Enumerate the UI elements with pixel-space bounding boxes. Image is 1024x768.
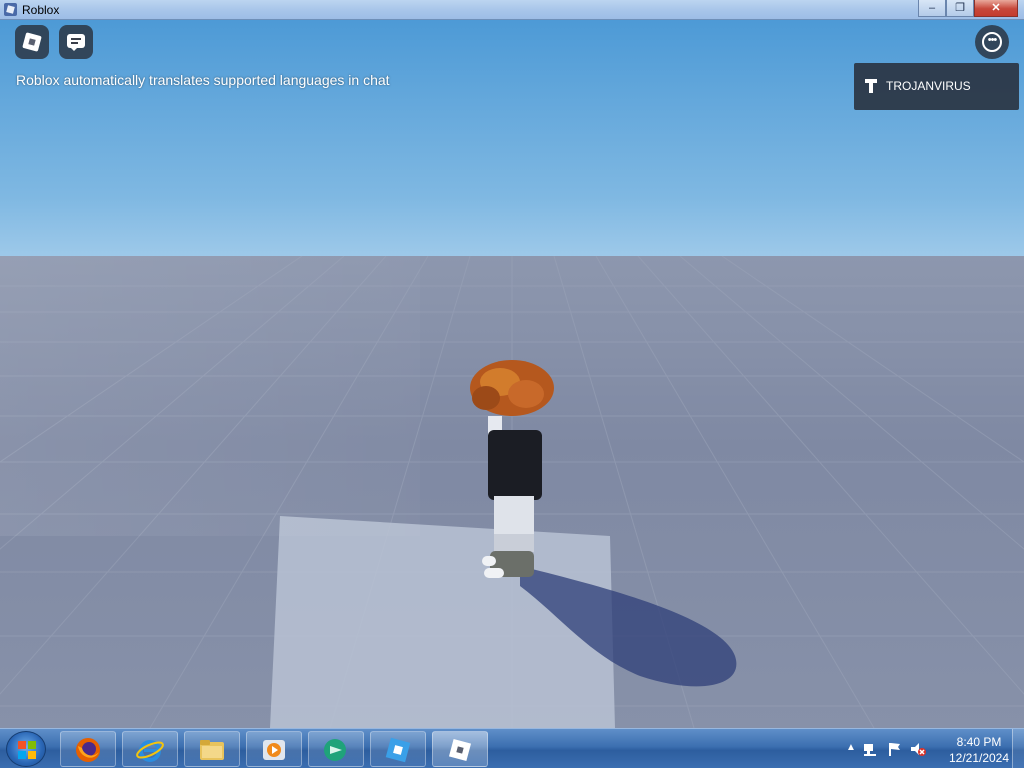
window-titlebar[interactable]: Roblox ‒ ❐ ✕ <box>0 0 1024 20</box>
window-controls: ‒ ❐ ✕ <box>918 0 1018 18</box>
player-list: TROJANVIRUS <box>854 63 1019 110</box>
close-button[interactable]: ✕ <box>974 0 1018 17</box>
window-title: Roblox <box>22 3 60 17</box>
taskbar-roblox[interactable] <box>432 731 488 767</box>
game-viewport[interactable]: ••• Roblox automatically translates supp… <box>0 20 1024 728</box>
taskbar-file-explorer[interactable] <box>184 731 240 767</box>
taskbar-globe-app[interactable] <box>308 731 364 767</box>
player-name[interactable]: TROJANVIRUS <box>886 79 971 93</box>
hammer-icon <box>865 79 877 93</box>
taskbar-internet-explorer[interactable] <box>122 731 178 767</box>
roblox-logo-icon <box>22 32 42 52</box>
system-tray: ▲ 8:40 PM 12/21/2024 <box>834 729 1024 768</box>
roblox-icon <box>448 738 472 762</box>
roblox-studio-icon <box>385 737 411 763</box>
player-avatar <box>470 360 554 578</box>
roblox-app-icon <box>4 3 17 16</box>
more-options-button[interactable]: ••• <box>975 25 1009 59</box>
taskbar: ▲ 8:40 PM 12/21/2024 <box>0 728 1024 768</box>
volume-muted-icon[interactable] <box>910 741 926 757</box>
show-desktop-button[interactable] <box>1012 729 1024 768</box>
roblox-menu-button[interactable] <box>15 25 49 59</box>
network-icon[interactable] <box>862 741 878 757</box>
clock-time[interactable]: 8:40 PM <box>944 735 1014 749</box>
show-hidden-icons-button[interactable]: ▲ <box>846 742 856 753</box>
firefox-icon <box>76 738 100 762</box>
chat-tail <box>70 47 78 51</box>
minimize-button[interactable]: ‒ <box>918 0 946 17</box>
taskbar-roblox-studio[interactable] <box>370 731 426 767</box>
chat-translation-notice: Roblox automatically translates supporte… <box>16 72 390 88</box>
folder-icon <box>200 740 224 760</box>
start-button[interactable] <box>6 731 46 767</box>
restore-button[interactable]: ❐ <box>946 0 974 17</box>
translucent-wall <box>0 256 420 536</box>
taskbar-firefox[interactable] <box>60 731 116 767</box>
globe-arrow-icon <box>324 739 346 761</box>
more-options-icon: ••• <box>982 32 1002 52</box>
clock-date[interactable]: 12/21/2024 <box>944 751 1014 765</box>
chat-button[interactable] <box>59 25 93 59</box>
chat-icon <box>67 34 85 48</box>
windows-logo-icon <box>18 741 36 759</box>
internet-explorer-icon <box>136 740 164 762</box>
action-center-flag-icon[interactable] <box>886 741 902 757</box>
taskbar-media-player[interactable] <box>246 731 302 767</box>
media-player-icon <box>263 740 285 760</box>
